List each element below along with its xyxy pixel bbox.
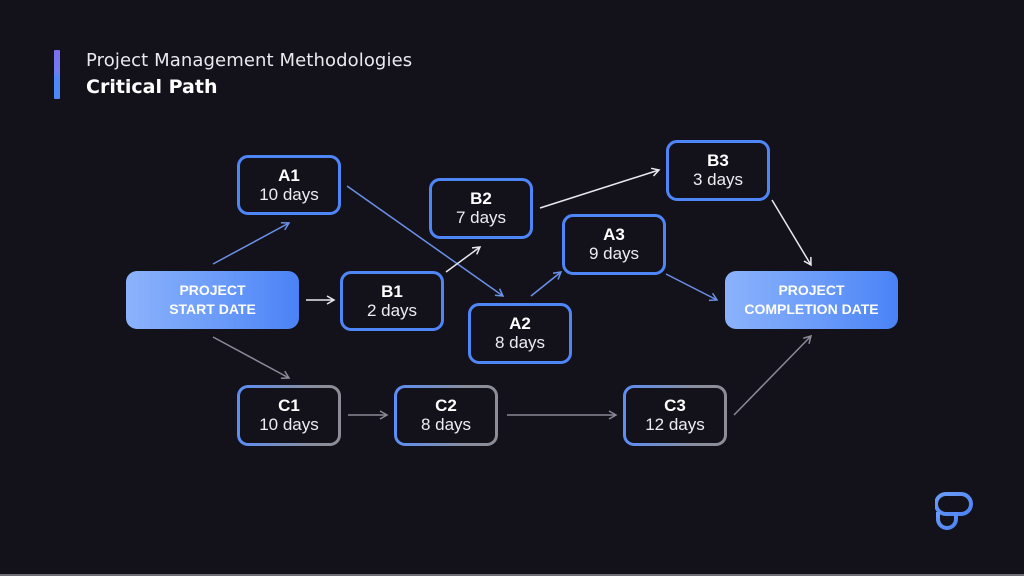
project-completion-node: PROJECT COMPLETION DATE bbox=[725, 271, 898, 329]
task-node-c3: C3 12 days bbox=[623, 385, 727, 446]
edge-b3-end bbox=[771, 199, 812, 267]
task-node-a3: A3 9 days bbox=[562, 214, 666, 275]
task-id: C3 bbox=[664, 396, 686, 415]
task-duration: 8 days bbox=[494, 333, 546, 352]
edge-start-c1 bbox=[212, 336, 291, 379]
task-id: C1 bbox=[278, 396, 300, 415]
project-start-node: PROJECT START DATE bbox=[126, 271, 299, 329]
task-node-b1: B1 2 days bbox=[340, 271, 444, 331]
task-id: A3 bbox=[603, 225, 625, 244]
task-id: B1 bbox=[381, 281, 403, 301]
task-node-b3: B3 3 days bbox=[666, 140, 770, 201]
edge-start-a1 bbox=[212, 222, 291, 265]
task-duration: 8 days bbox=[420, 415, 472, 434]
task-node-a2: A2 8 days bbox=[468, 303, 572, 364]
end-line2: COMPLETION DATE bbox=[744, 301, 879, 317]
task-duration: 9 days bbox=[588, 244, 640, 263]
task-duration: 10 days bbox=[259, 415, 319, 434]
brand-logo-icon bbox=[935, 492, 973, 530]
edge-a3-end bbox=[665, 273, 719, 302]
task-node-inner: C2 8 days bbox=[397, 388, 495, 443]
task-node-b2: B2 7 days bbox=[429, 178, 533, 239]
task-node-c2: C2 8 days bbox=[394, 385, 498, 446]
start-line1: PROJECT bbox=[179, 282, 246, 298]
task-id: A1 bbox=[278, 165, 300, 185]
task-id: B2 bbox=[470, 189, 492, 208]
edge-a2-a3 bbox=[530, 271, 563, 297]
task-node-c1: C1 10 days bbox=[237, 385, 341, 446]
task-node-inner: C3 12 days bbox=[626, 388, 724, 443]
task-duration: 3 days bbox=[692, 170, 744, 189]
end-line1: PROJECT bbox=[778, 282, 845, 298]
page-bottom-margin bbox=[0, 576, 1024, 585]
start-line2: START DATE bbox=[169, 301, 256, 317]
edge-b2-b3 bbox=[539, 167, 661, 209]
task-duration: 10 days bbox=[259, 184, 319, 204]
task-id: B3 bbox=[707, 151, 729, 170]
task-node-a1: A1 10 days bbox=[237, 155, 341, 215]
edge-c3-end bbox=[733, 334, 813, 416]
task-id: C2 bbox=[435, 396, 457, 415]
task-duration: 2 days bbox=[366, 300, 418, 320]
task-duration: 7 days bbox=[455, 208, 507, 227]
task-duration: 12 days bbox=[645, 415, 705, 434]
task-node-inner: C1 10 days bbox=[240, 388, 338, 443]
task-id: A2 bbox=[509, 314, 531, 333]
